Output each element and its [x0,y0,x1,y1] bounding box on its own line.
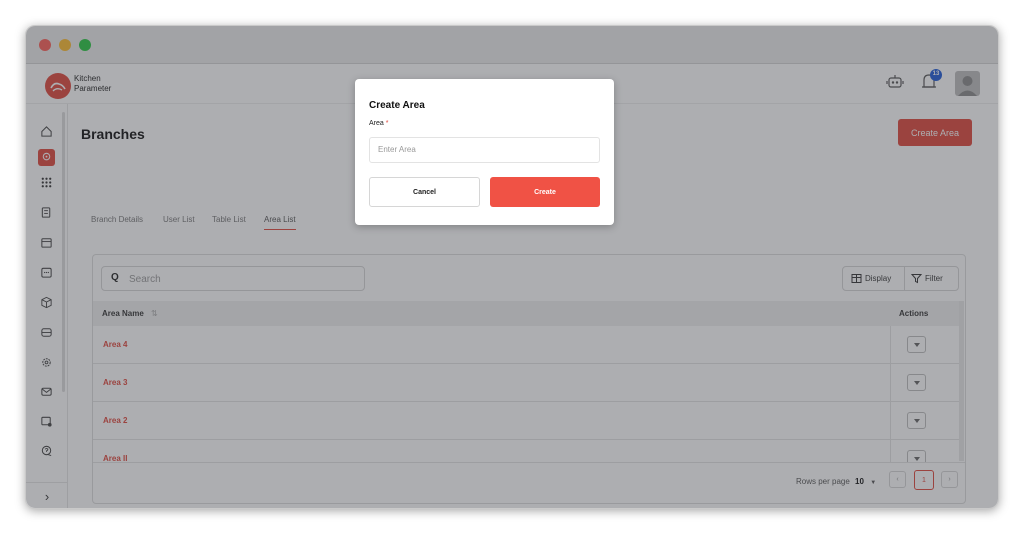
cancel-button[interactable]: Cancel [369,177,480,207]
required-marker: * [385,120,389,127]
create-area-modal: Create Area Area * Enter Area Cancel Cre… [355,79,614,225]
area-field-label-text: Area [369,120,384,127]
modal-title: Create Area [369,100,425,111]
create-button[interactable]: Create [490,177,600,207]
area-input[interactable]: Enter Area [369,137,600,163]
app-window: Kitchen Parameter 13 › Branches Create A… [25,25,999,509]
area-field-label: Area * [369,120,388,127]
